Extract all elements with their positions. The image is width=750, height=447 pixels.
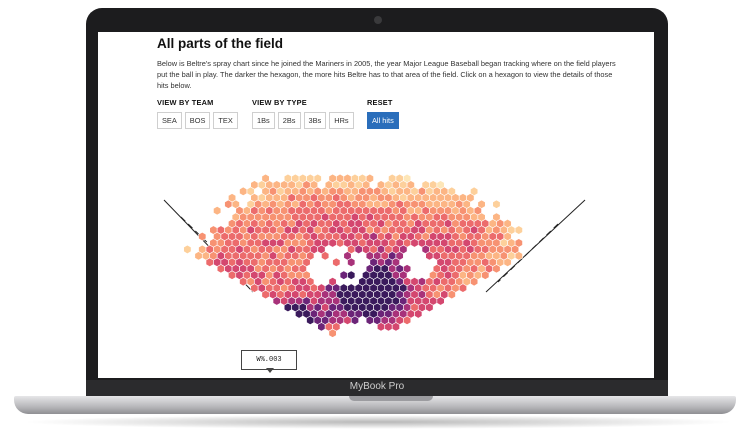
intro-paragraph: Below is Beltre's spray chart since he j… bbox=[157, 59, 616, 90]
team-button-bos[interactable]: BOS bbox=[184, 112, 211, 129]
type-filter-label: VIEW BY TYPE bbox=[252, 98, 307, 107]
team-button-tex[interactable]: TEX bbox=[213, 112, 238, 129]
spray-chart bbox=[163, 173, 586, 338]
camera-icon bbox=[374, 16, 382, 24]
hex-bin[interactable] bbox=[216, 264, 225, 274]
hex-bin[interactable] bbox=[295, 309, 304, 319]
hex-bin[interactable] bbox=[347, 257, 356, 267]
hex-bin[interactable] bbox=[376, 322, 386, 332]
hex-bin[interactable] bbox=[261, 289, 270, 300]
hex-bin[interactable] bbox=[283, 302, 292, 313]
hex-bin[interactable] bbox=[339, 270, 348, 280]
hex-bin[interactable] bbox=[481, 270, 490, 280]
laptop-screen: All parts of the field Below is Beltre's… bbox=[98, 32, 654, 378]
hex-bin[interactable] bbox=[228, 270, 237, 280]
hex-bin[interactable] bbox=[425, 302, 434, 313]
brand-label: MyBook Pro bbox=[349, 381, 405, 392]
hex-bin[interactable] bbox=[414, 309, 423, 319]
team-button-sea[interactable]: SEA bbox=[157, 112, 182, 129]
type-button-2b[interactable]: 2Bs bbox=[277, 112, 301, 129]
hex-bin[interactable] bbox=[514, 251, 523, 261]
hex-bin[interactable] bbox=[514, 225, 523, 235]
hex-bin[interactable] bbox=[239, 186, 248, 196]
hex-bin[interactable] bbox=[410, 238, 419, 248]
hex-bin[interactable] bbox=[447, 289, 456, 300]
hex-bin[interactable] bbox=[458, 283, 467, 293]
hex-bin[interactable] bbox=[332, 257, 341, 267]
type-button-3b[interactable]: 3Bs bbox=[303, 112, 327, 129]
laptop-shadow bbox=[20, 415, 736, 429]
hex-bin[interactable] bbox=[205, 257, 214, 267]
team-filter-group: VIEW BY TEAM SEA BOS TEX bbox=[157, 98, 238, 129]
hex-bin[interactable] bbox=[198, 231, 207, 242]
hex-bin[interactable] bbox=[436, 296, 445, 306]
reset-filter-group: RESET All hits bbox=[367, 98, 399, 129]
hexbin-layer bbox=[183, 173, 523, 338]
hex-bin[interactable] bbox=[213, 206, 222, 216]
hex-bin[interactable] bbox=[384, 322, 393, 332]
team-filter-label: VIEW BY TEAM bbox=[157, 98, 214, 107]
type-button-1b[interactable]: 1Bs bbox=[252, 112, 275, 129]
hex-bin[interactable] bbox=[250, 283, 259, 293]
hex-bin[interactable] bbox=[347, 270, 356, 280]
hex-bin[interactable] bbox=[343, 315, 352, 325]
hex-bin[interactable] bbox=[317, 322, 326, 332]
hex-bin[interactable] bbox=[194, 251, 203, 261]
reset-filter-label: RESET bbox=[367, 98, 393, 107]
hex-bin[interactable] bbox=[239, 277, 248, 287]
hex-bin[interactable] bbox=[425, 251, 434, 261]
hex-bin[interactable] bbox=[391, 322, 400, 332]
type-button-hr[interactable]: HRs bbox=[329, 112, 354, 129]
filter-bar: VIEW BY TEAM SEA BOS TEX VIEW BY TYPE 1B… bbox=[157, 98, 627, 129]
tooltip-pointer bbox=[266, 368, 274, 373]
hex-bin[interactable] bbox=[350, 315, 359, 325]
hex-bin[interactable] bbox=[492, 264, 501, 274]
hex-bin[interactable] bbox=[306, 315, 315, 325]
type-filter-group: VIEW BY TYPE 1Bs 2Bs 3Bs HRs bbox=[252, 98, 354, 129]
hex-bin[interactable] bbox=[328, 328, 337, 338]
hex-bin[interactable] bbox=[328, 238, 337, 248]
page-title: All parts of the field bbox=[157, 36, 284, 51]
hex-bin[interactable] bbox=[321, 251, 330, 261]
trackpad-notch bbox=[349, 396, 433, 401]
hex-bin[interactable] bbox=[403, 315, 412, 325]
hex-bin[interactable] bbox=[492, 199, 501, 209]
hex-tooltip: W%.003 bbox=[241, 350, 297, 370]
hex-bin[interactable] bbox=[503, 257, 512, 267]
hex-bin[interactable] bbox=[224, 199, 233, 209]
hex-bin[interactable] bbox=[272, 296, 281, 306]
hex-bin[interactable] bbox=[336, 238, 345, 248]
hex-bin[interactable] bbox=[365, 315, 374, 325]
hex-bin[interactable] bbox=[354, 244, 363, 255]
hex-bin[interactable] bbox=[183, 244, 192, 255]
all-hits-button[interactable]: All hits bbox=[367, 112, 399, 129]
hex-bin[interactable] bbox=[470, 277, 479, 287]
laptop-base bbox=[14, 396, 736, 414]
